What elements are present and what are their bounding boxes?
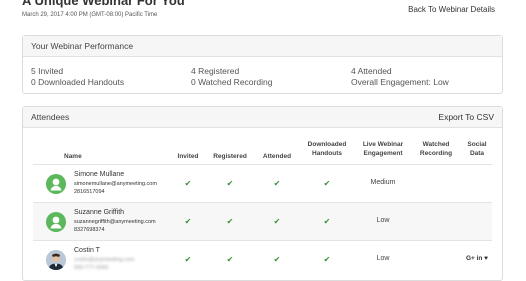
attendee-phone: 8327698374 bbox=[74, 227, 105, 233]
attendee-email: costin@anymeeting.com bbox=[74, 257, 135, 263]
attendee-name: Simone Mullane bbox=[74, 171, 125, 178]
table-row[interactable]: Costin T costin@anymeeting.com 000-777-0… bbox=[33, 240, 492, 278]
webinar-datetime: March 29, 2017 4:00 PM (GMT-08:00) Pacif… bbox=[22, 12, 158, 18]
attendee-email: simonemullane@anymeeting.com bbox=[74, 181, 157, 187]
user-photo-avatar bbox=[46, 250, 66, 270]
column-header-downloaded-handouts: Downloaded Handouts bbox=[307, 141, 347, 157]
registered-check-icon: ✔ bbox=[226, 217, 234, 226]
watched-recording-stat: 0 Watched Recording bbox=[191, 77, 273, 87]
page-header: A Unique Webinar For You March 29, 2017 … bbox=[0, 0, 526, 26]
attended-check-icon: ✔ bbox=[273, 217, 281, 226]
back-to-webinar-details-link[interactable]: Back To Webinar Details bbox=[408, 5, 495, 14]
social-links-icons[interactable]: G+ in ♥ bbox=[466, 255, 488, 262]
performance-stats: 5 Invited 0 Downloaded Handouts 4 Regist… bbox=[23, 57, 502, 95]
invited-check-icon: ✔ bbox=[184, 217, 192, 226]
invited-check-icon: ✔ bbox=[184, 179, 192, 188]
column-header-live-engagement: Live Webinar Engagement bbox=[362, 141, 404, 157]
registered-check-icon: ✔ bbox=[226, 255, 234, 264]
overall-engagement-stat: Overall Engagement: Low bbox=[351, 77, 449, 87]
attendees-panel-header: Attendees Export To CSV bbox=[23, 107, 502, 128]
handouts-check-icon: ✔ bbox=[323, 179, 331, 188]
attendees-panel-title: Attendees bbox=[31, 112, 70, 122]
attendee-phone: 000-777-0000 bbox=[74, 265, 109, 271]
invited-check-icon: ✔ bbox=[184, 255, 192, 264]
user-avatar-icon bbox=[46, 212, 66, 232]
handouts-check-icon: ✔ bbox=[323, 217, 331, 226]
attended-check-icon: ✔ bbox=[273, 179, 281, 188]
attended-stat: 4 Attended bbox=[351, 66, 392, 76]
column-header-registered: Registered bbox=[213, 153, 247, 160]
attendees-panel: Attendees Export To CSV Name Invited Reg… bbox=[22, 106, 503, 281]
performance-panel-header: Your Webinar Performance bbox=[23, 36, 502, 57]
table-row[interactable]: Suzanne Griffith suzannegriffith@anymeet… bbox=[33, 202, 492, 240]
attendee-name: Suzanne Griffith bbox=[74, 209, 125, 216]
attendee-phone: 2816517094 bbox=[74, 189, 105, 195]
performance-panel: Your Webinar Performance 5 Invited 0 Dow… bbox=[22, 35, 503, 94]
column-header-social-data: Social Data bbox=[467, 141, 487, 157]
attendee-name: Costin T bbox=[74, 247, 100, 254]
column-header-watched-recording: Watched Recording bbox=[419, 141, 453, 157]
column-header-invited: Invited bbox=[177, 153, 199, 160]
webinar-title: A Unique Webinar For You bbox=[22, 0, 185, 8]
engagement-level: Low bbox=[376, 255, 390, 262]
invited-stat: 5 Invited bbox=[31, 66, 64, 76]
export-to-csv-button[interactable]: Export To CSV bbox=[438, 112, 494, 122]
engagement-level: Low bbox=[376, 217, 390, 224]
user-avatar-icon bbox=[46, 174, 66, 194]
table-row[interactable]: Simone Mullane simonemullane@anymeeting.… bbox=[33, 164, 492, 202]
registered-check-icon: ✔ bbox=[226, 179, 234, 188]
handouts-check-icon: ✔ bbox=[323, 255, 331, 264]
registered-stat: 4 Registered bbox=[191, 66, 240, 76]
performance-panel-title: Your Webinar Performance bbox=[31, 41, 134, 51]
column-header-name: Name bbox=[64, 153, 82, 160]
attendee-email: suzannegriffith@anymeeting.com bbox=[74, 219, 156, 225]
downloaded-handouts-stat: 0 Downloaded Handouts bbox=[31, 77, 125, 87]
engagement-level: Medium bbox=[370, 179, 396, 186]
attended-check-icon: ✔ bbox=[273, 255, 281, 264]
column-header-attended: Attended bbox=[262, 153, 292, 160]
